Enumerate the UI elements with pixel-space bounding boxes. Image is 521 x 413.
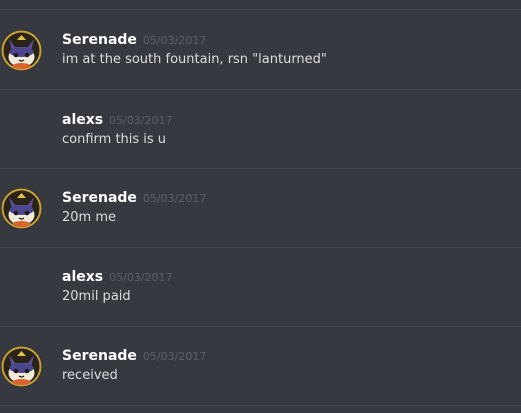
message-text: received — [62, 368, 118, 383]
message-divider — [0, 247, 521, 248]
message-item: Serenade 05/03/2017 received — [0, 346, 521, 406]
message-header: alexs 05/03/2017 — [62, 110, 173, 128]
author-name[interactable]: alexs — [62, 112, 103, 128]
message-header: alexs 05/03/2017 — [62, 267, 173, 285]
message-header: Serenade 05/03/2017 — [62, 346, 206, 364]
author-name[interactable]: Serenade — [62, 190, 137, 206]
message-text: 20mil paid — [62, 289, 131, 304]
message-timestamp: 05/03/2017 — [142, 350, 207, 363]
message-divider — [0, 89, 521, 90]
message-header: Serenade 05/03/2017 — [62, 30, 206, 48]
message-item: Serenade 05/03/2017 20m me — [0, 188, 521, 248]
message-divider — [0, 405, 521, 406]
message-text: confirm this is u — [62, 132, 167, 147]
message-item: alexs 05/03/2017 20mil paid — [0, 267, 521, 327]
message-timestamp: 05/03/2017 — [142, 192, 207, 205]
message-timestamp: 05/03/2017 — [109, 114, 173, 127]
message-timestamp: 05/03/2017 — [142, 34, 207, 47]
message-text: 20m me — [62, 210, 116, 225]
message-item: alexs 05/03/2017 confirm this is u — [0, 110, 521, 170]
author-name[interactable]: Serenade — [62, 32, 137, 48]
author-name[interactable]: alexs — [62, 269, 103, 285]
author-name[interactable]: Serenade — [62, 348, 137, 364]
message-divider — [0, 9, 521, 10]
message-divider — [0, 168, 521, 169]
message-timestamp: 05/03/2017 — [109, 271, 173, 284]
cat-avatar-icon[interactable] — [1, 30, 42, 71]
cat-avatar-icon[interactable] — [1, 346, 42, 387]
message-header: Serenade 05/03/2017 — [62, 188, 206, 206]
chat-messages: Serenade 05/03/2017 im at the south fount… — [0, 0, 521, 413]
cat-avatar-icon[interactable] — [1, 188, 42, 229]
message-text: im at the south fountain, rsn "lanturned… — [62, 52, 327, 67]
message-divider — [0, 326, 521, 327]
message-item: Serenade 05/03/2017 im at the south fount… — [0, 30, 521, 90]
